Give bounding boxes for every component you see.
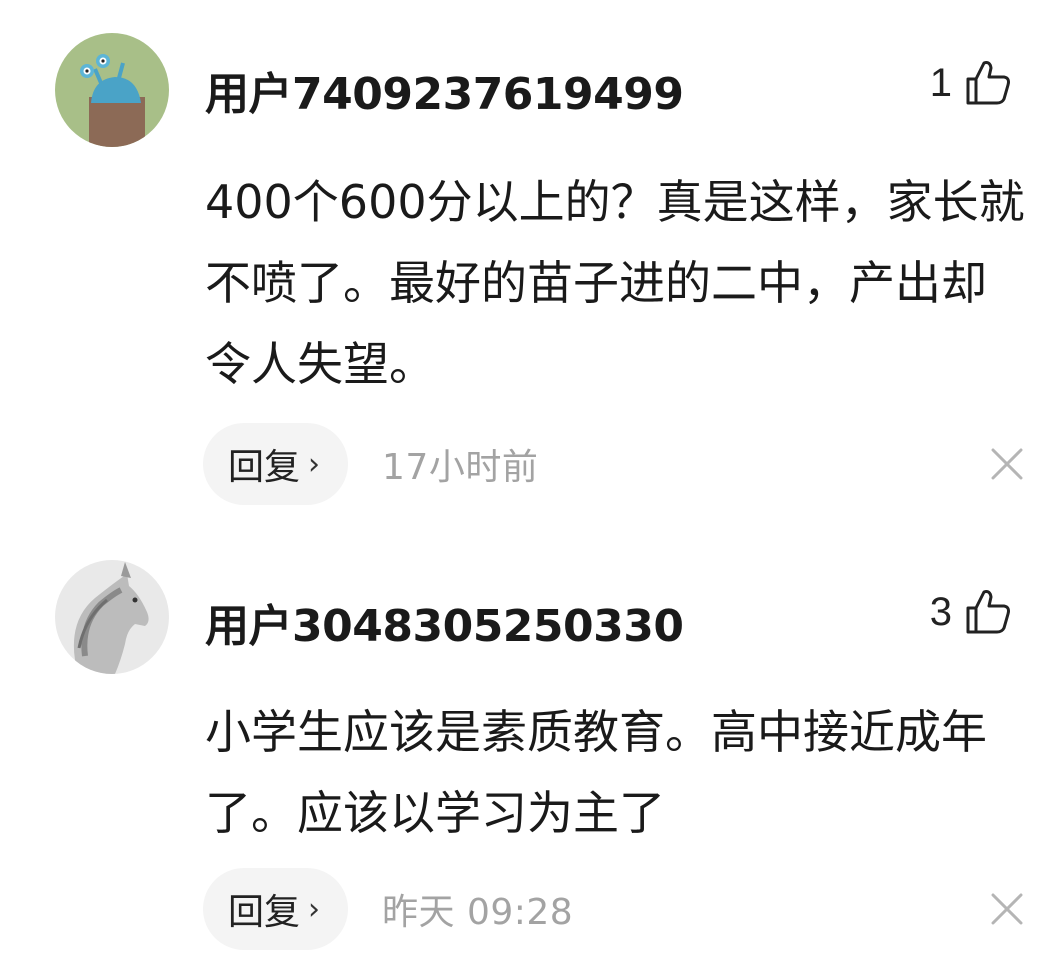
comment-meta: 回复 › 17小时前 xyxy=(203,423,1023,505)
comment-item: 用户3048305250330 3 小学生应该是素质教育。高中接近成年了。应该以… xyxy=(0,530,1050,954)
chevron-right-icon: › xyxy=(308,891,321,927)
like-count: 1 xyxy=(929,60,952,105)
timestamp: 17小时前 xyxy=(382,447,539,488)
close-icon[interactable] xyxy=(989,446,1025,482)
like-button[interactable]: 3 xyxy=(930,582,1014,642)
reply-button[interactable]: 回复 › xyxy=(203,868,349,950)
like-button[interactable]: 1 xyxy=(930,53,1014,113)
reply-button[interactable]: 回复 › xyxy=(203,423,349,505)
like-count: 3 xyxy=(929,589,952,634)
avatar[interactable] xyxy=(55,33,169,147)
username[interactable]: 用户7409237619499 xyxy=(205,58,684,122)
comment-item: 用户7409237619499 1 400个600分以上的？真是这样，家长就不喷… xyxy=(0,0,1050,530)
cartoon-avatar-icon xyxy=(55,33,169,147)
close-icon[interactable] xyxy=(989,891,1025,927)
avatar[interactable] xyxy=(55,560,169,674)
reply-label: 回复 xyxy=(228,447,301,488)
thumbs-up-icon[interactable] xyxy=(962,586,1014,638)
comment-meta: 回复 › 昨天 09:28 xyxy=(203,868,1023,950)
reply-label: 回复 xyxy=(228,892,301,933)
timestamp: 昨天 09:28 xyxy=(382,892,574,933)
comment-text: 小学生应该是素质教育。高中接近成年了。应该以学习为主了 xyxy=(205,705,987,840)
chevron-right-icon: › xyxy=(308,446,321,482)
horse-avatar-icon xyxy=(55,560,169,674)
username[interactable]: 用户3048305250330 xyxy=(205,590,684,654)
comment-text: 400个600分以上的？真是这样，家长就不喷了。最好的苗子进的二中，产出却令人失… xyxy=(205,175,1025,391)
thumbs-up-icon[interactable] xyxy=(962,57,1014,109)
